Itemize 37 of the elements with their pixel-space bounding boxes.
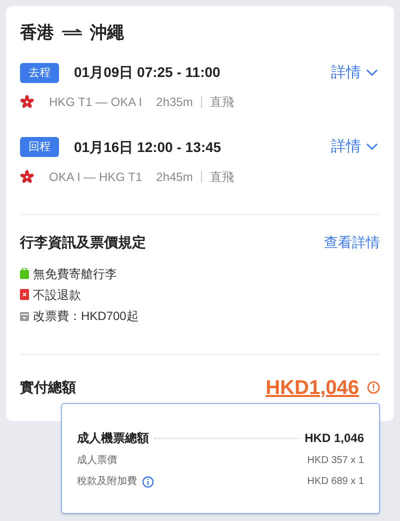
details-link[interactable]: 詳情: [331, 62, 378, 84]
duration: 2h45m: [156, 168, 193, 186]
trip-badge: 回程: [20, 137, 59, 158]
flight-time: 01月09日 07:25 - 11:00: [74, 63, 220, 82]
trip-badge: 去程: [20, 62, 59, 83]
route-airports: HKG T1 — OKA I: [49, 94, 142, 111]
origin-city: 香港: [20, 22, 54, 44]
flight-time: 01月16日 12:00 - 13:45: [74, 138, 222, 157]
destination-city: 沖繩: [90, 22, 124, 44]
details-link[interactable]: 詳情: [331, 136, 378, 158]
calendar-icon: [20, 310, 29, 320]
price-item-value: HKD 689 x 1: [307, 475, 364, 489]
total-label: 實付總額: [20, 378, 76, 397]
route-airports: OKA I — HKG T1: [49, 168, 142, 186]
total-price[interactable]: HKD1,046: [266, 372, 359, 402]
section-title: 行李資訊及票價規定: [20, 232, 146, 252]
chevron-down-icon: [366, 143, 378, 152]
fare-rule: 不設退款: [33, 286, 81, 304]
cross-ticket-icon: [20, 289, 29, 300]
info-icon[interactable]: [142, 476, 154, 488]
duration: 2h35m: [156, 94, 193, 111]
stops: 直飛: [210, 94, 234, 111]
flower-logo-icon: [20, 170, 34, 184]
fare-rule: 無免費寄艙行李: [33, 266, 117, 282]
flower-logo-icon: [20, 95, 34, 109]
price-item-label: 稅款及附加費: [77, 474, 137, 489]
chevron-down-icon: [366, 68, 378, 77]
view-details-link[interactable]: 查看詳情: [324, 232, 380, 252]
luggage-icon: [20, 268, 29, 279]
info-icon[interactable]: [367, 381, 380, 394]
breakdown-total: HKD 1,046: [304, 430, 364, 447]
round-trip-icon: [62, 28, 82, 37]
price-item-label: 成人票價: [77, 454, 117, 468]
fare-rule: 改票費：HKD700起: [33, 308, 138, 324]
stops: 直飛: [210, 168, 234, 186]
price-item-value: HKD 357 x 1: [307, 454, 364, 468]
breakdown-title: 成人機票總額: [77, 430, 149, 447]
